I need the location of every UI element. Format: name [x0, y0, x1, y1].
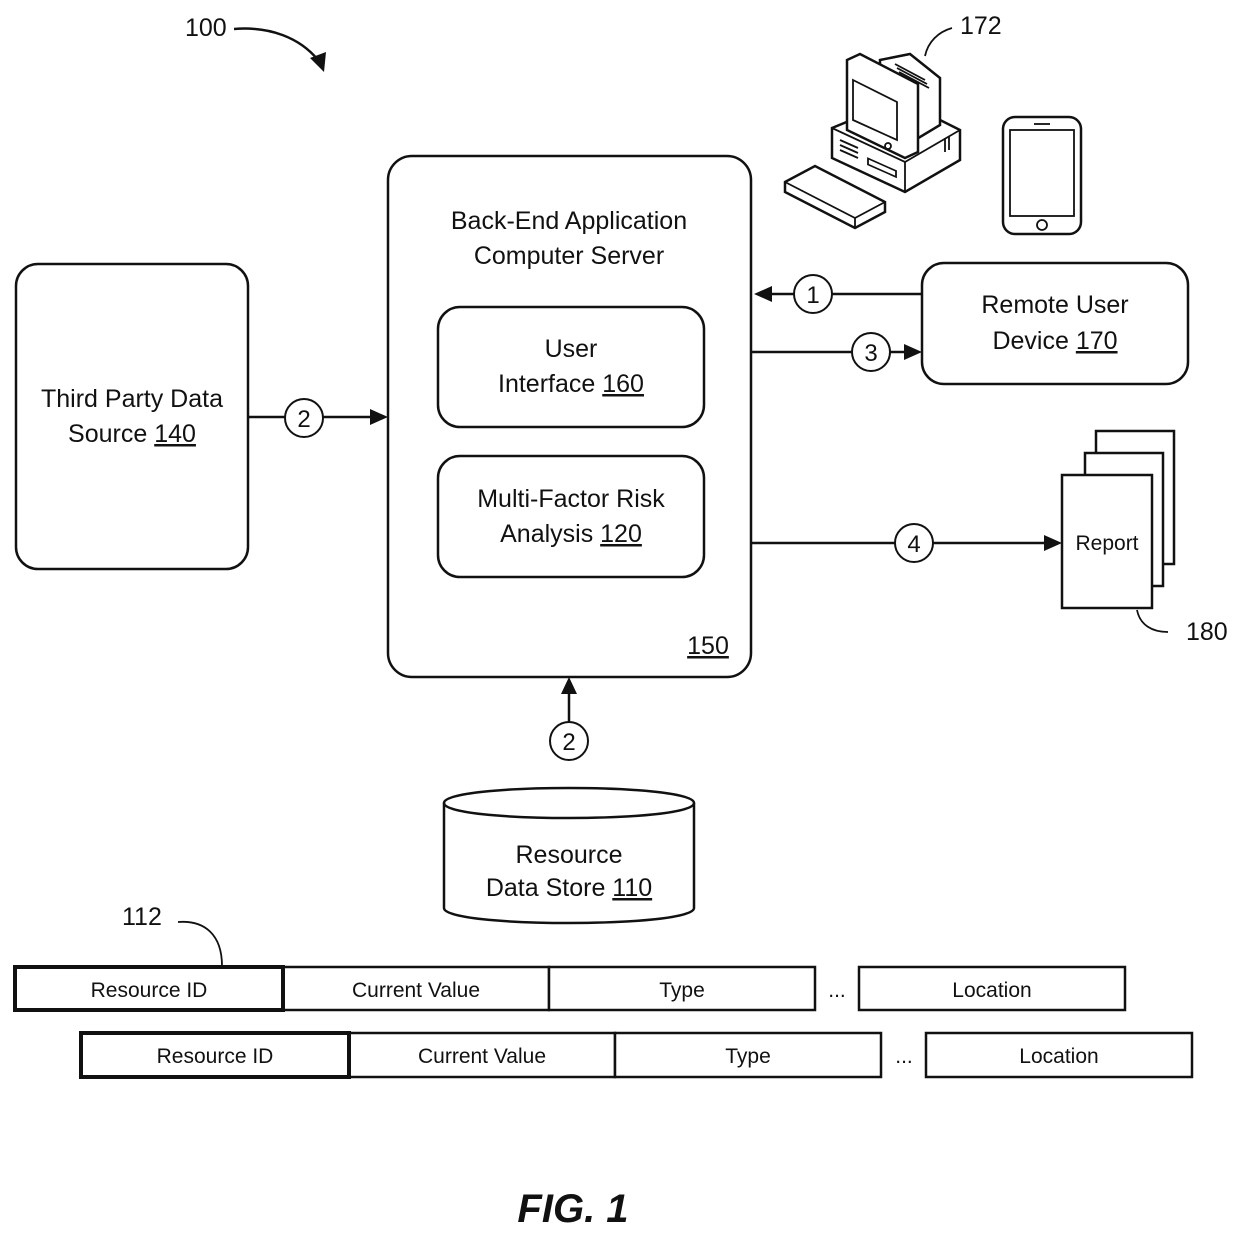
- server-ref: 150: [687, 632, 729, 660]
- user-interface-module: User Interface 160: [436, 305, 706, 429]
- report-ref-label: 180: [1186, 618, 1228, 646]
- user-interface-line2: Interface 160: [498, 370, 644, 398]
- tablet-icon: [1001, 115, 1083, 236]
- multi-factor-risk-analysis-module: Multi-Factor Risk Analysis 120: [436, 454, 706, 579]
- record-2-resource-id: Resource ID: [157, 1045, 274, 1068]
- desktop-computer-icon: [783, 52, 962, 230]
- data-store-ref: 110: [612, 874, 652, 902]
- third-party-label-line2: Source 140: [68, 420, 196, 448]
- record-2-type: Type: [725, 1045, 771, 1068]
- report-arrowhead: [1044, 535, 1062, 551]
- remote-device-ref: 170: [1076, 327, 1118, 355]
- record-2-location: Location: [1019, 1045, 1098, 1068]
- risk-analysis-line1: Multi-Factor Risk: [477, 485, 665, 513]
- server-title-line2: Computer Server: [474, 242, 664, 270]
- third-party-data-source-box: Third Party Data Source 140: [14, 262, 250, 571]
- record-1-resource-id: Resource ID: [91, 979, 208, 1002]
- system-ref-label: 100: [185, 14, 227, 42]
- data-store-line2: Data Store 110: [486, 874, 652, 902]
- figure-caption: FIG. 1: [517, 1187, 628, 1231]
- third-party-to-server-arrowhead: [370, 409, 388, 425]
- server-title-line1: Back-End Application: [451, 207, 687, 235]
- back-end-server-box: Back-End Application Computer Server 150…: [386, 154, 753, 679]
- step-2-data-store-number: 2: [562, 729, 575, 756]
- report-ref-leader: [1136, 609, 1169, 633]
- remote-device-line2: Device 170: [992, 327, 1117, 355]
- record-2-ellipsis: ...: [895, 1045, 913, 1068]
- devices-ref-label: 172: [960, 12, 1002, 40]
- step-3-number: 3: [864, 340, 877, 367]
- step-4-number: 4: [907, 531, 920, 558]
- report-document-stack: Report: [1060, 429, 1176, 610]
- report-label: Report: [1075, 532, 1138, 555]
- record-2-current-value: Current Value: [418, 1045, 546, 1068]
- risk-analysis-ref: 120: [600, 520, 642, 548]
- resource-data-store-cylinder: Resource Data Store 110: [442, 786, 696, 925]
- request-arrowhead: [754, 286, 772, 302]
- risk-analysis-line2: Analysis 120: [500, 520, 642, 548]
- remote-device-line1: Remote User: [981, 291, 1128, 319]
- remote-user-device-box: Remote User Device 170: [920, 261, 1190, 386]
- record-ref-leader: [177, 921, 223, 967]
- devices-ref-leader: [924, 27, 953, 57]
- third-party-label-line1: Third Party Data: [41, 385, 223, 413]
- user-interface-ref: 160: [602, 370, 644, 398]
- record-row: Resource ID Current Value Type ... Locat…: [79, 1031, 1194, 1079]
- system-ref-leader: [233, 27, 319, 61]
- record-1-current-value: Current Value: [352, 979, 480, 1002]
- user-interface-line1: User: [545, 335, 598, 363]
- step-2-third-party-number: 2: [297, 406, 310, 433]
- step-1-number: 1: [806, 282, 819, 309]
- record-1-ellipsis: ...: [828, 979, 846, 1002]
- record-1-location: Location: [952, 979, 1031, 1002]
- response-arrowhead: [904, 344, 922, 360]
- third-party-ref: 140: [154, 420, 196, 448]
- record-row: Resource ID Current Value Type ... Locat…: [13, 965, 1127, 1012]
- data-store-line1: Resource: [516, 841, 623, 869]
- system-diagram: 100 172 Third Party Data Source 140 2 Ba…: [13, 12, 1228, 1231]
- record-ref-label: 112: [122, 903, 162, 931]
- data-store-to-server-arrowhead: [561, 677, 577, 694]
- record-1-type: Type: [659, 979, 705, 1002]
